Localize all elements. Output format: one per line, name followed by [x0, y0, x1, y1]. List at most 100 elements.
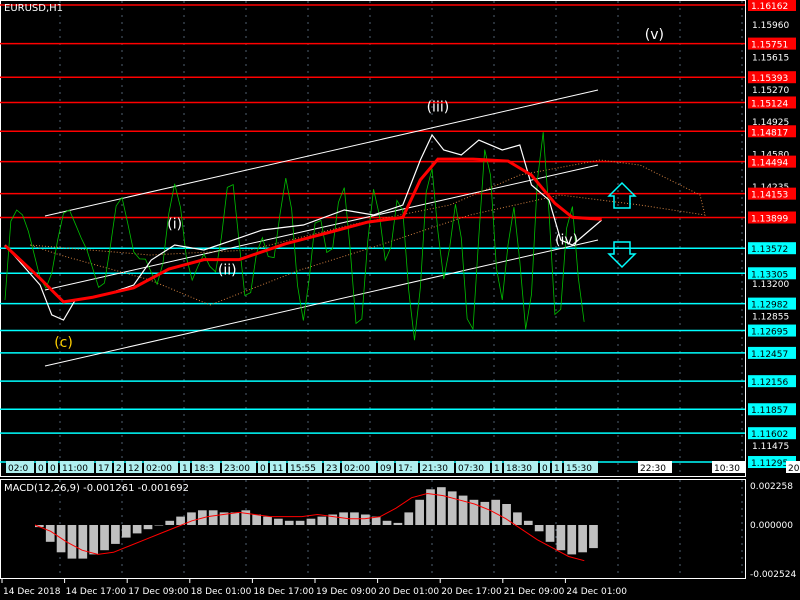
- channel-upper: [44, 89, 599, 217]
- session-label: 1: [554, 464, 560, 474]
- wave-label: (i): [167, 217, 182, 233]
- time-label: 17 Dec 09:00: [128, 587, 189, 597]
- macd-bar: [404, 512, 414, 525]
- support-label: 1.12982: [751, 301, 788, 311]
- support-label: 1.11295: [751, 459, 788, 469]
- session-label: 15:55: [290, 464, 316, 474]
- macd-bar: [284, 520, 294, 525]
- macd-bar: [393, 522, 403, 525]
- session-label: 0: [260, 464, 266, 474]
- macd-bar: [89, 525, 99, 555]
- macd-bar: [578, 525, 587, 553]
- session-label: 12: [128, 464, 139, 474]
- macd-bar: [415, 499, 424, 525]
- macd-bar: [360, 514, 370, 525]
- time-label: 20 Dec 01:00: [379, 587, 440, 597]
- moving-average-line: [3, 157, 602, 304]
- session-label: 11:00: [62, 464, 88, 474]
- price-tick: 1.13200: [752, 280, 789, 290]
- macd-bar: [100, 525, 109, 551]
- up-arrow-icon: [607, 181, 637, 209]
- macd-bar: [534, 525, 544, 532]
- macd-bar: [480, 501, 490, 525]
- support-label: 1.13305: [751, 270, 788, 280]
- price-tick: 1.15270: [752, 86, 789, 96]
- price-tick: 1.15960: [752, 21, 789, 31]
- macd-bar: [382, 520, 392, 525]
- time-label: 24 Dec 01:00: [566, 587, 627, 597]
- support-label: 1.11602: [751, 430, 788, 440]
- time-label: 18 Dec 01:00: [191, 587, 252, 597]
- session-label: 22:30: [640, 464, 666, 474]
- macd-tick: 0.000000: [750, 521, 793, 531]
- session-label: 21:30: [422, 464, 448, 474]
- macd-title: MACD(12,26,9) -0.001261 -0.001692: [4, 483, 189, 494]
- wave-label: (v): [645, 27, 664, 43]
- macd-bar: [78, 525, 88, 559]
- macd-bar: [317, 516, 327, 525]
- time-label: 20 Dec 17:00: [441, 587, 502, 597]
- session-label: 02:00: [344, 464, 370, 474]
- down-arrow-icon: [607, 241, 637, 269]
- macd-bar: [230, 512, 240, 525]
- resistance-label: 1.16162: [751, 2, 788, 12]
- macd-bar: [556, 525, 566, 551]
- session-label: 09: [380, 464, 392, 474]
- macd-bar: [306, 518, 316, 525]
- main-panel-frame: [0, 0, 746, 477]
- session-label: 07:30: [458, 464, 484, 474]
- symbol-label: EURUSD,H1: [4, 3, 64, 14]
- time-label: 14 Dec 17:00: [66, 587, 127, 597]
- support-label: 1.13572: [751, 245, 788, 255]
- wave-label: (ii): [218, 263, 237, 279]
- support-label: 1.12156: [751, 378, 788, 388]
- support-label: 1.12695: [751, 328, 788, 338]
- time-label: 21 Dec 09:00: [504, 587, 565, 597]
- session-label: 0: [50, 464, 56, 474]
- macd-tick: 0.002258: [750, 482, 793, 492]
- macd-bar: [447, 491, 457, 525]
- time-label: 18 Dec 17:00: [253, 587, 314, 597]
- time-label: 19 Dec 09:00: [316, 587, 377, 597]
- channel-mid: [44, 164, 599, 291]
- price-tick: 1.15615: [752, 53, 789, 63]
- chart-canvas[interactable]: 1.159601.156151.152701.149251.145801.142…: [0, 0, 800, 600]
- resistance-label: 1.14494: [751, 159, 788, 169]
- macd-bar: [523, 520, 533, 525]
- session-label: 1: [182, 464, 188, 474]
- macd-bar: [252, 514, 261, 525]
- macd-bar: [491, 499, 501, 525]
- macd-bar: [111, 525, 120, 544]
- session-label: 10:30: [714, 464, 740, 474]
- price-tick: 1.11475: [752, 442, 789, 452]
- macd-bar: [132, 525, 142, 534]
- session-label: 0: [38, 464, 44, 474]
- session-label: 17:: [398, 464, 412, 474]
- macd-bar: [187, 512, 196, 525]
- wave-label: (iii): [427, 99, 450, 115]
- session-label: 0: [542, 464, 548, 474]
- session-label: 18:3: [194, 464, 214, 474]
- macd-bar: [274, 518, 283, 525]
- macd-bar: [437, 487, 446, 525]
- wave-label: (c): [54, 335, 73, 351]
- session-label: 11: [272, 464, 283, 474]
- resistance-label: 1.14817: [751, 128, 788, 138]
- session-label: 18:30: [506, 464, 532, 474]
- macd-bar: [67, 525, 77, 559]
- support-label: 1.12457: [751, 350, 788, 360]
- resistance-label: 1.15751: [751, 41, 788, 51]
- session-label: 02:00: [146, 464, 172, 474]
- resistance-label: 1.15124: [751, 99, 788, 109]
- wave-label: (iv): [555, 233, 578, 249]
- time-label: 14 Dec 2018: [3, 587, 61, 597]
- macd-bar: [545, 525, 555, 542]
- macd-bar: [295, 520, 305, 525]
- macd-bar: [589, 525, 598, 549]
- support-label: 1.11857: [751, 406, 788, 416]
- resistance-label: 1.14153: [751, 191, 788, 201]
- macd-bar: [143, 525, 153, 530]
- macd-bar: [502, 504, 511, 525]
- macd-bar: [208, 510, 218, 525]
- resistance-label: 1.13899: [751, 214, 788, 224]
